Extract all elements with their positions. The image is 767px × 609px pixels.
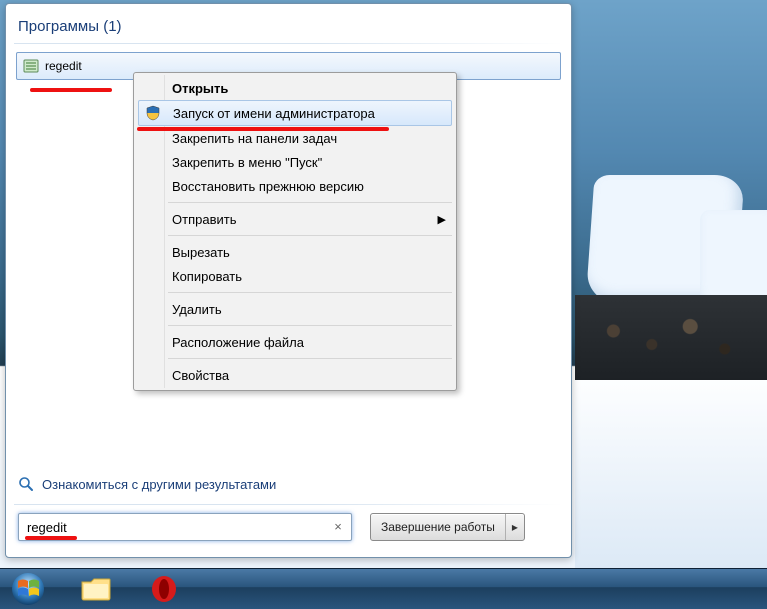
taskbar-explorer[interactable]	[72, 572, 120, 606]
folder-icon	[81, 576, 111, 602]
ctx-run-as-admin[interactable]: Запуск от имени администратора	[138, 100, 452, 126]
start-menu-search-panel: Программы (1) regedit Открыть Запуск от …	[5, 3, 572, 558]
taskbar-opera[interactable]	[140, 572, 188, 606]
see-more-results-link[interactable]: Ознакомиться с другими результатами	[18, 476, 559, 492]
ctx-copy[interactable]: Копировать	[136, 264, 454, 288]
shutdown-label: Завершение работы	[371, 520, 505, 534]
ctx-restore-prev[interactable]: Восстановить прежнюю версию	[136, 174, 454, 198]
clear-search-button[interactable]: ×	[331, 520, 345, 534]
windows-orb-icon	[11, 572, 45, 606]
results-section-title: Программы	[18, 18, 99, 35]
taskbar	[0, 568, 767, 609]
ctx-restore-prev-label: Восстановить прежнюю версию	[172, 179, 364, 194]
ctx-send-to-label: Отправить	[172, 212, 236, 227]
ctx-pin-startmenu[interactable]: Закрепить в меню "Пуск"	[136, 150, 454, 174]
ctx-delete[interactable]: Удалить	[136, 297, 454, 321]
annotation-underline	[30, 88, 112, 92]
ctx-open[interactable]: Открыть	[136, 76, 454, 100]
context-menu-separator	[168, 325, 452, 326]
shield-icon	[145, 105, 161, 121]
shutdown-options-button[interactable]: ▸	[505, 514, 524, 540]
chevron-right-icon: ▸	[512, 520, 518, 534]
ctx-run-as-admin-label: Запуск от имени администратора	[173, 106, 375, 121]
ctx-cut[interactable]: Вырезать	[136, 240, 454, 264]
context-menu-separator	[168, 292, 452, 293]
section-divider	[14, 504, 563, 505]
section-divider	[14, 43, 563, 44]
ctx-file-location-label: Расположение файла	[172, 335, 304, 350]
search-input-wrapper: ×	[18, 513, 352, 541]
ctx-delete-label: Удалить	[172, 302, 222, 317]
ctx-cut-label: Вырезать	[172, 245, 230, 260]
results-section-count: (1)	[103, 18, 121, 35]
ctx-copy-label: Копировать	[172, 269, 242, 284]
shutdown-button[interactable]: Завершение работы ▸	[370, 513, 525, 541]
start-button[interactable]	[4, 572, 52, 606]
context-menu-separator	[168, 202, 452, 203]
context-menu-separator	[168, 235, 452, 236]
search-icon	[18, 476, 34, 492]
ctx-send-to[interactable]: Отправить ▶	[136, 207, 454, 231]
results-section-header: Программы (1)	[6, 4, 571, 41]
ctx-file-location[interactable]: Расположение файла	[136, 330, 454, 354]
ctx-open-label: Открыть	[172, 81, 228, 96]
see-more-results-label: Ознакомиться с другими результатами	[42, 477, 276, 492]
search-input[interactable]	[25, 519, 331, 536]
submenu-arrow-icon: ▶	[438, 213, 446, 226]
context-menu: Открыть Запуск от имени администратора З…	[133, 72, 457, 391]
opera-icon	[150, 575, 178, 603]
ctx-pin-startmenu-label: Закрепить в меню "Пуск"	[172, 155, 322, 170]
regedit-icon	[23, 58, 39, 74]
annotation-underline	[25, 536, 77, 540]
ctx-properties[interactable]: Свойства	[136, 363, 454, 387]
context-menu-separator	[168, 358, 452, 359]
ctx-pin-taskbar[interactable]: Закрепить на панели задач	[136, 126, 454, 150]
ctx-properties-label: Свойства	[172, 368, 229, 383]
ctx-pin-taskbar-label: Закрепить на панели задач	[172, 131, 337, 146]
search-result-label: regedit	[45, 59, 82, 73]
